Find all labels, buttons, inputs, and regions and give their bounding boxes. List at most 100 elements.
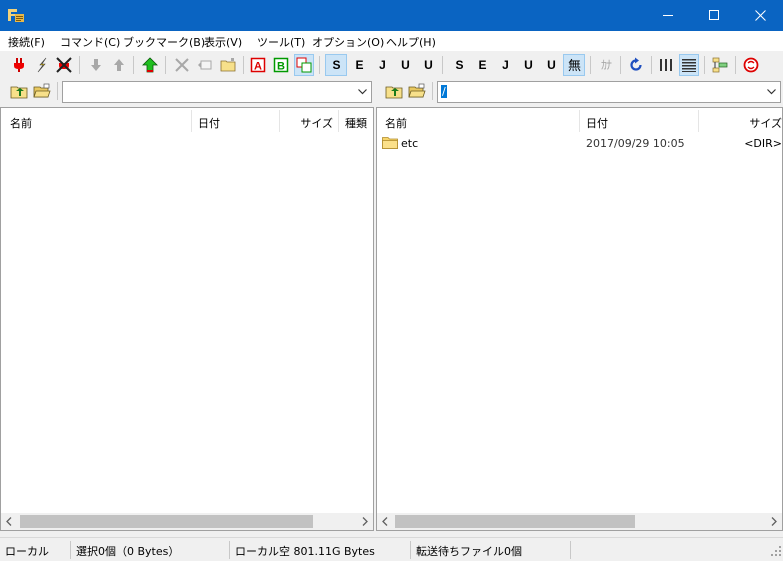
binary-mode-button[interactable]: B [271, 54, 291, 76]
toolbar-separator [133, 56, 134, 74]
status-free-space: ローカル空 801.11G Bytes [235, 545, 375, 558]
auto-mode-button[interactable] [294, 54, 314, 76]
maximize-button[interactable] [691, 0, 737, 31]
euc-label: E [355, 58, 363, 72]
remote-open-folder-button[interactable] [408, 83, 428, 101]
local-path-combo[interactable] [62, 81, 372, 103]
detail-view-icon [682, 59, 696, 72]
compare-button[interactable] [710, 54, 730, 76]
mkdir-button[interactable] [218, 54, 238, 76]
remote-file-list[interactable]: 名前 日付 サイズ etc 2017/09/29 10:05 <DIR> [376, 107, 783, 531]
kana-convert-button[interactable]: ｶﾅ [595, 54, 617, 76]
compare-icon [712, 57, 728, 73]
jis-label: J [379, 58, 386, 72]
remote-column-header: 名前 日付 サイズ [377, 108, 782, 135]
file-size: <DIR> [744, 137, 782, 150]
remote-parent-dir-button[interactable] [385, 83, 405, 101]
local-col-size[interactable]: サイズ [283, 108, 333, 135]
local-col-type[interactable]: 種類 [345, 108, 373, 135]
list-view-button[interactable] [656, 54, 676, 76]
close-button[interactable] [737, 0, 783, 31]
svg-text:A: A [254, 61, 262, 73]
status-mode: ローカル [5, 545, 49, 558]
rename-button[interactable] [195, 54, 215, 76]
parent-folder-icon [385, 86, 403, 99]
local-col-name[interactable]: 名前 [10, 108, 185, 135]
disconnect-button[interactable] [54, 54, 74, 76]
euc-label: E [478, 58, 486, 72]
scroll-left-icon[interactable] [6, 517, 12, 526]
mirror-upload-icon [142, 57, 158, 73]
local-kanji-utf8-button[interactable]: U [517, 54, 539, 76]
remote-path-combo[interactable]: / [437, 81, 781, 103]
menu-options[interactable]: オプション(O) [312, 34, 384, 50]
refresh-button[interactable] [626, 54, 646, 76]
status-selection: 選択0個（0 Bytes） [76, 545, 180, 558]
toolbar-separator [620, 56, 621, 74]
menu-bookmark[interactable]: ブックマーク(B) [123, 34, 205, 50]
stop-button[interactable] [741, 54, 761, 76]
utf8-label: U [401, 58, 410, 72]
quick-connect-button[interactable] [32, 54, 52, 76]
mirror-upload-button[interactable] [140, 54, 160, 76]
host-kanji-utf8-button[interactable]: U [394, 54, 416, 76]
menu-view[interactable]: 表示(V) [204, 34, 242, 50]
menu-command[interactable]: コマンド(C) [60, 34, 120, 50]
local-file-list[interactable]: 名前 日付 サイズ 種類 [0, 107, 374, 531]
column-divider[interactable] [279, 110, 280, 132]
local-kanji-utf8-bom-button[interactable]: U [540, 54, 562, 76]
column-divider[interactable] [698, 110, 699, 132]
status-separator [70, 541, 71, 559]
toolbar: A B S E J U U S E J U U 無 ｶﾅ [0, 51, 783, 78]
scroll-left-icon[interactable] [382, 517, 388, 526]
scroll-right-icon[interactable] [362, 517, 368, 526]
local-scroll-thumb[interactable] [20, 515, 313, 528]
host-kanji-sjis-button[interactable]: S [325, 54, 347, 76]
menu-bar: 接続(F) コマンド(C) ブックマーク(B) 表示(V) ツール(T) オプシ… [0, 31, 783, 51]
column-divider[interactable] [338, 110, 339, 132]
no-convert-button[interactable]: 無 [563, 54, 585, 76]
menu-connect[interactable]: 接続(F) [8, 34, 45, 50]
mkdir-icon [220, 58, 236, 72]
remote-path-bar: / [378, 79, 783, 105]
local-kanji-sjis-button[interactable]: S [448, 54, 470, 76]
connect-button[interactable] [9, 54, 29, 76]
delete-button[interactable] [172, 54, 192, 76]
list-view-icon [660, 59, 672, 71]
host-kanji-euc-button[interactable]: E [348, 54, 370, 76]
minimize-button[interactable] [645, 0, 691, 31]
upload-button[interactable] [109, 54, 129, 76]
local-kanji-euc-button[interactable]: E [471, 54, 493, 76]
remote-horizontal-scrollbar[interactable] [377, 513, 782, 530]
column-divider[interactable] [191, 110, 192, 132]
remote-col-size[interactable]: サイズ [702, 108, 782, 135]
file-row[interactable]: etc 2017/09/29 10:05 <DIR> [377, 135, 782, 153]
local-open-folder-button[interactable] [33, 83, 53, 101]
toolbar-separator [79, 56, 80, 74]
host-kanji-utf8-bom-button[interactable]: U [417, 54, 439, 76]
folder-icon [382, 136, 398, 152]
local-col-date[interactable]: 日付 [198, 108, 273, 135]
minimize-icon [663, 15, 673, 16]
ascii-mode-button[interactable]: A [248, 54, 268, 76]
scroll-right-icon[interactable] [771, 517, 777, 526]
utf8-bom-label: U [547, 58, 556, 72]
local-horizontal-scrollbar[interactable] [1, 513, 373, 530]
ffftp-app-icon[interactable] [7, 8, 25, 23]
local-parent-dir-button[interactable] [10, 83, 30, 101]
remote-col-date[interactable]: 日付 [586, 108, 696, 135]
column-divider[interactable] [579, 110, 580, 132]
resize-grip-icon[interactable] [771, 546, 781, 559]
menu-help[interactable]: ヘルプ(H) [386, 34, 436, 50]
remote-col-name[interactable]: 名前 [385, 108, 575, 135]
download-button[interactable] [86, 54, 106, 76]
path-separator [57, 82, 58, 100]
utf8-bom-label: U [424, 58, 433, 72]
toolbar-separator [704, 56, 705, 74]
remote-scroll-thumb[interactable] [395, 515, 635, 528]
local-kanji-jis-button[interactable]: J [494, 54, 516, 76]
svg-text:B: B [277, 61, 285, 73]
menu-tools[interactable]: ツール(T) [257, 34, 305, 50]
host-kanji-jis-button[interactable]: J [371, 54, 393, 76]
detail-view-button[interactable] [679, 54, 699, 76]
